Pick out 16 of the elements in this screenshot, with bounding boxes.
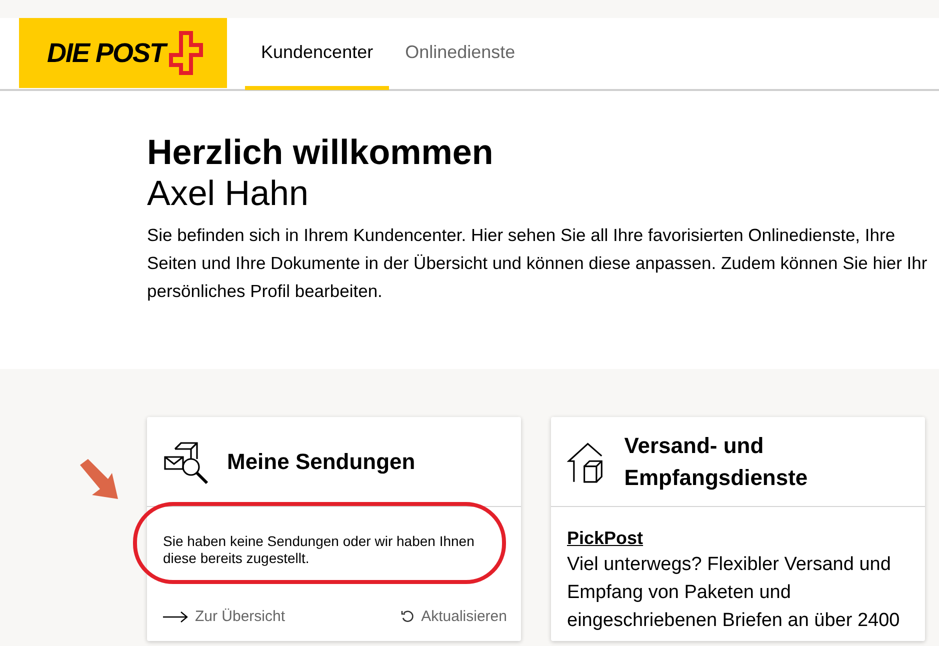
refresh-link[interactable]: Aktualisieren [401,608,507,625]
status-message: Sie haben keine Sendungen oder wir haben Ihnen diese bereits zugestellt. [163,533,476,567]
logo-text: DIE POST [42,38,170,68]
nav-tab[interactable]: Onlinedienste [389,18,532,90]
service-description: Viel unterwegs? Flexibler Versand und Empfang von Paketen und eingeschriebenen Briefen an über 2400 [567,553,901,633]
cross-icon [169,31,204,75]
user-name: Axel Hahn [147,173,310,215]
logo[interactable]: DIE POST [19,18,227,88]
intro-text: Sie befinden sich in Ihrem Kundencenter. Hier sehen Sie all Ihre favorisierten Onlinedienste, Ihre Seiten und Ihre Dokumente in der Übersicht und können diese anpassen. Zudem können Sie hier Ihr persönliches Profil bearbeiten. [147,224,928,303]
service-link[interactable]: PickPost [567,525,909,551]
card-title: Versand- und Empfangsdienste [624,432,809,492]
card-title: Meine Sendungen [227,448,416,476]
refresh-icon [401,610,416,624]
overview-link[interactable]: Zur Übersicht [163,608,286,625]
welcome-title: Herzlich willkommen [147,133,494,173]
arrow-right-icon [163,610,189,622]
